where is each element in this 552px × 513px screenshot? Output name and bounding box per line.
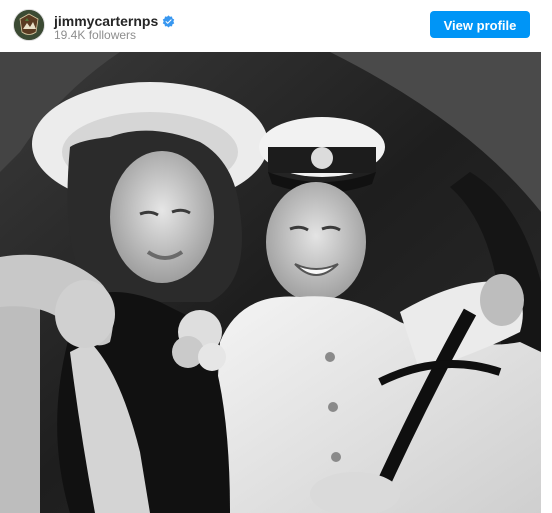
black-and-white-couple-photo [0,52,541,513]
post-header: jimmycarternps 19.4K followers View prof… [0,0,552,52]
nps-arrowhead-icon [14,10,44,40]
follower-count: 19.4K followers [54,28,137,42]
photo-right-margin [541,52,552,513]
view-profile-button[interactable]: View profile [430,11,530,38]
post-photo[interactable] [0,52,541,513]
verified-badge-icon [163,14,175,28]
profile-avatar[interactable] [13,9,45,41]
instagram-post-card: jimmycarternps 19.4K followers View prof… [0,0,552,513]
